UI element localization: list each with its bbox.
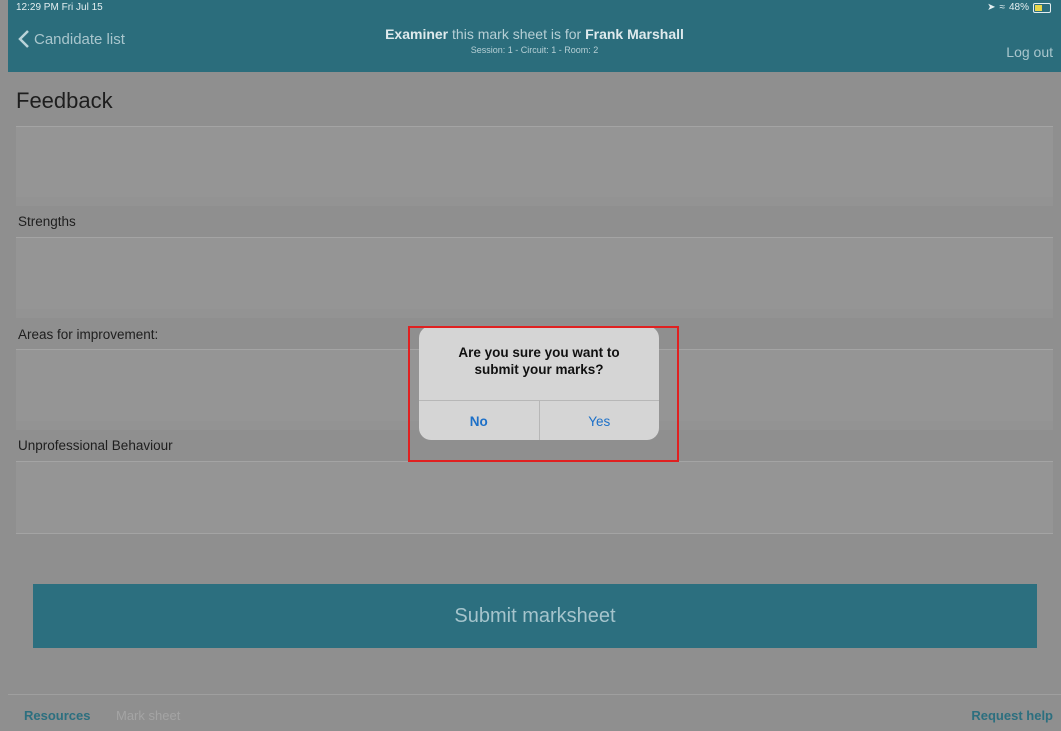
divider	[16, 197, 1053, 206]
feedback-field[interactable]	[16, 126, 1053, 198]
battery-percent: 48%	[1008, 2, 1029, 13]
request-help-button[interactable]: Request help	[971, 708, 1053, 723]
navigation-bar: Candidate list Examiner this mark sheet …	[8, 16, 1061, 72]
nav-title: Examiner this mark sheet is for Frank Ma…	[8, 26, 1061, 42]
strengths-field[interactable]	[16, 237, 1053, 310]
status-bar: 12:29 PM Fri Jul 15 ➤ ≈ 48%	[8, 0, 1061, 16]
nav-title-text: this mark sheet is for	[448, 26, 586, 42]
strengths-label: Strengths	[18, 214, 76, 229]
battery-icon	[1033, 2, 1051, 13]
wifi-icon: ≈	[999, 2, 1005, 13]
mark-sheet-tab[interactable]: Mark sheet	[116, 708, 180, 723]
unprofessional-field[interactable]	[16, 461, 1053, 534]
logout-button[interactable]: Log out	[1006, 44, 1053, 60]
status-time: 12:29 PM Fri Jul 15	[16, 2, 103, 13]
candidate-name: Frank Marshall	[585, 26, 684, 42]
highlight-box	[408, 326, 679, 462]
unprofessional-label: Unprofessional Behaviour	[18, 438, 173, 453]
section-title: Feedback	[16, 88, 113, 113]
session-info: Session: 1 - Circuit: 1 - Room: 2	[470, 45, 599, 55]
examiner-label: Examiner	[385, 26, 449, 42]
location-icon: ➤	[987, 2, 996, 13]
submit-marksheet-button[interactable]: Submit marksheet	[33, 584, 1037, 648]
bottom-toolbar: Resources Mark sheet Request help	[8, 694, 1061, 731]
divider	[16, 309, 1053, 318]
status-indicators: ➤ ≈ 48%	[987, 2, 1051, 13]
resources-tab[interactable]: Resources	[24, 708, 90, 723]
improvement-label: Areas for improvement:	[18, 327, 159, 342]
